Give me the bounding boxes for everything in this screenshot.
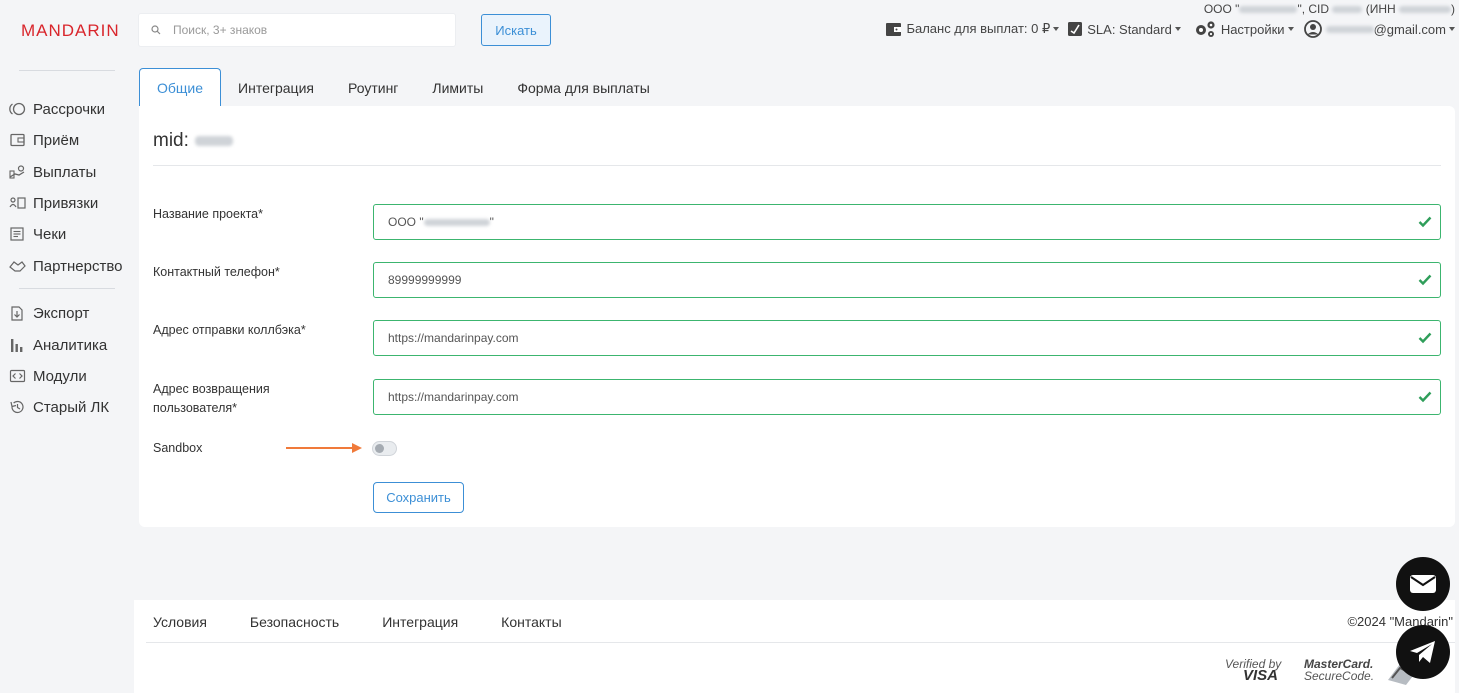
user-dropdown[interactable]: @gmail.com <box>1303 20 1455 38</box>
footer-link-terms[interactable]: Условия <box>153 614 207 630</box>
tab-routing[interactable]: Роутинг <box>331 68 415 106</box>
payout-icon <box>9 165 25 179</box>
history-icon <box>10 400 24 414</box>
project-name-label: Название проекта* <box>153 207 263 221</box>
installment-icon <box>9 102 26 116</box>
project-name-input[interactable]: ООО " " <box>373 204 1441 240</box>
search-box <box>139 14 455 46</box>
search-input[interactable] <box>173 23 443 37</box>
check-icon <box>1410 274 1440 286</box>
check-icon <box>1410 391 1440 403</box>
search-button[interactable]: Искать <box>481 14 551 46</box>
verified-by-visa-logo: Verified by VISA <box>1225 657 1282 684</box>
card-divider <box>153 165 1441 166</box>
sidebar-item-modules[interactable]: Модули <box>9 366 87 386</box>
telegram-button[interactable] <box>1396 625 1450 679</box>
envelope-icon <box>1410 575 1436 593</box>
sla-dropdown[interactable]: SLA: Standard <box>1067 21 1181 37</box>
phone-input[interactable]: 89999999999 <box>373 262 1441 298</box>
sidebar-divider <box>19 288 115 289</box>
wallet-icon <box>10 133 25 147</box>
save-button[interactable]: Сохранить <box>373 482 464 513</box>
sidebar-item-partnership[interactable]: Партнерство <box>9 256 123 276</box>
check-icon <box>1410 332 1440 344</box>
footer: Условия Безопасность Интеграция Контакты… <box>134 600 1455 693</box>
check-icon <box>1410 216 1440 228</box>
mastercard-securecode-logo: MasterCard. SecureCode. <box>1304 657 1375 683</box>
footer-link-integration[interactable]: Интеграция <box>382 614 458 630</box>
sidebar-item-acceptance[interactable]: Приём <box>9 130 79 150</box>
tab-general[interactable]: Общие <box>139 68 222 106</box>
company-info: ООО " ", CID (ИНН ) <box>1203 2 1455 16</box>
sandbox-label: Sandbox <box>153 441 203 455</box>
modules-icon <box>9 369 26 383</box>
search-icon <box>139 25 173 35</box>
email-support-button[interactable] <box>1396 557 1450 611</box>
tab-limits[interactable]: Лимиты <box>415 68 500 106</box>
wallet-icon <box>886 22 902 36</box>
footer-divider <box>146 642 1455 643</box>
settings-dropdown[interactable]: Настройки <box>1193 20 1294 38</box>
card-link-icon <box>9 197 26 209</box>
tab-payout-form[interactable]: Форма для выплаты <box>500 68 667 106</box>
telegram-icon <box>1410 641 1435 663</box>
brand-logo[interactable]: MANDARIN <box>21 21 120 41</box>
analytics-icon <box>11 338 23 352</box>
balance-dropdown[interactable]: Баланс для выплат: 0 ₽ <box>885 21 1060 37</box>
sla-icon <box>1068 22 1083 36</box>
sidebar-item-analytics[interactable]: Аналитика <box>9 335 107 355</box>
gears-icon <box>1195 21 1215 37</box>
tab-bar: Общие Интеграция Роутинг Лимиты Форма дл… <box>139 68 667 106</box>
handshake-icon <box>9 261 26 272</box>
receipt-icon <box>10 227 24 241</box>
export-icon <box>11 305 23 321</box>
sidebar-item-receipts[interactable]: Чеки <box>9 224 66 244</box>
sidebar-divider <box>19 70 115 71</box>
footer-links: Условия Безопасность Интеграция Контакты <box>153 614 605 630</box>
settings-card: mid: Название проекта* ООО " " Контактный… <box>139 106 1455 527</box>
user-icon <box>1303 20 1322 38</box>
return-url-input[interactable]: https://mandarinpay.com <box>373 379 1441 415</box>
sidebar-item-bindings[interactable]: Привязки <box>9 193 98 213</box>
sidebar-item-installments[interactable]: Рассрочки <box>9 99 105 119</box>
pointer-arrow-icon <box>286 443 362 453</box>
sandbox-toggle[interactable] <box>372 441 397 456</box>
sidebar-item-export[interactable]: Экспорт <box>9 303 89 323</box>
header-toolbar: Баланс для выплат: 0 ₽ SLA: Standard Нас… <box>877 20 1455 38</box>
callback-url-input[interactable]: https://mandarinpay.com <box>373 320 1441 356</box>
callback-url-label: Адрес отправки коллбэка* <box>153 323 306 337</box>
footer-link-security[interactable]: Безопасность <box>250 614 339 630</box>
footer-link-contacts[interactable]: Контакты <box>501 614 561 630</box>
copyright: ©2024 "Mandarin" <box>1347 614 1453 629</box>
sidebar-item-payouts[interactable]: Выплаты <box>9 162 96 182</box>
return-url-label: Адрес возвращения пользователя* <box>153 382 270 415</box>
tab-integration[interactable]: Интеграция <box>221 68 331 106</box>
mid-title: mid: <box>153 130 233 152</box>
phone-label: Контактный телефон* <box>153 265 280 279</box>
sidebar-item-old-cabinet[interactable]: Старый ЛК <box>9 397 109 417</box>
